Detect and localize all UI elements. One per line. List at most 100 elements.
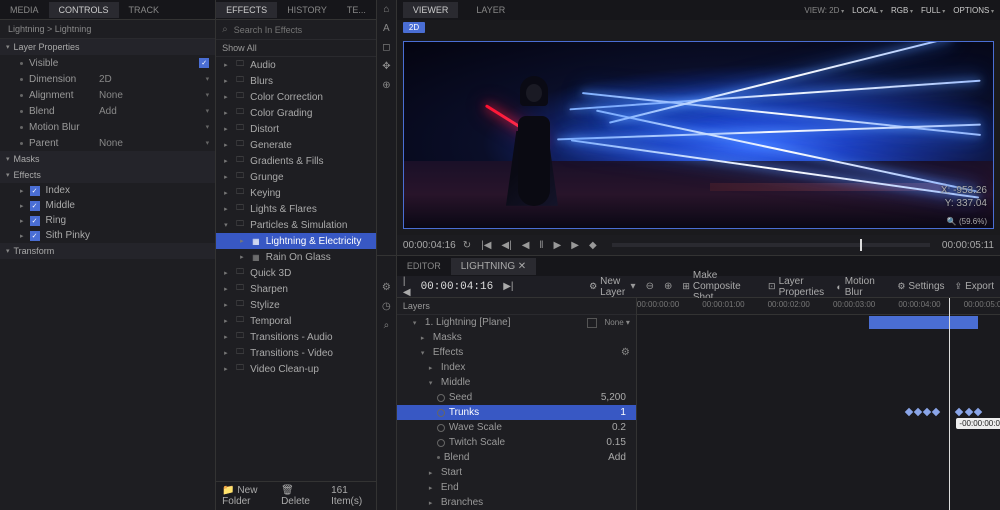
track-masks[interactable]: ▸Masks bbox=[397, 330, 636, 345]
track-blend[interactable]: BlendAdd bbox=[397, 450, 636, 465]
effects-header[interactable]: Effects bbox=[0, 167, 215, 183]
category-gradients-fills[interactable]: 🗀Gradients & Fills bbox=[216, 153, 376, 169]
keyframe-toggle-icon[interactable] bbox=[437, 439, 445, 447]
tab-media[interactable]: MEDIA bbox=[0, 2, 49, 18]
close-icon[interactable]: ✕ bbox=[518, 261, 526, 272]
track-twitch-scale[interactable]: Twitch Scale0.15 bbox=[397, 435, 636, 450]
gear-icon[interactable]: ⚙ bbox=[621, 347, 630, 358]
view-mode-dropdown[interactable]: VIEW: 2D bbox=[804, 6, 844, 15]
tl-goto-start-icon[interactable]: |◀ bbox=[403, 276, 411, 298]
checkbox[interactable] bbox=[30, 186, 40, 196]
playhead[interactable] bbox=[949, 298, 950, 510]
keyframe-toggle-icon[interactable] bbox=[437, 409, 445, 417]
tool-square-icon[interactable]: ◻ bbox=[382, 42, 390, 53]
zoom-level[interactable]: (59.6%) bbox=[947, 217, 987, 226]
track-trunks[interactable]: Trunks1 bbox=[397, 405, 636, 420]
checkbox[interactable] bbox=[30, 231, 40, 241]
category-distort[interactable]: 🗀Distort bbox=[216, 121, 376, 137]
tl-tool-gear-icon[interactable]: ⚙ bbox=[382, 282, 391, 293]
category-generate[interactable]: 🗀Generate bbox=[216, 137, 376, 153]
prop-alignment[interactable]: AlignmentNone▾ bbox=[0, 87, 215, 103]
effect-middle[interactable]: ▸Middle bbox=[0, 198, 215, 213]
tool-home-icon[interactable]: ⌂ bbox=[383, 4, 389, 15]
new-folder-button[interactable]: 📁 New Folder bbox=[222, 485, 273, 507]
prop-motion-blur[interactable]: Motion Blur▾ bbox=[0, 119, 215, 135]
track-seed[interactable]: Seed5,200 bbox=[397, 390, 636, 405]
tool-move-icon[interactable]: ✥ bbox=[382, 61, 390, 72]
options-dropdown[interactable]: OPTIONS bbox=[953, 6, 994, 15]
delete-button[interactable]: 🗑 Delete bbox=[281, 485, 315, 507]
checkbox[interactable] bbox=[199, 58, 209, 68]
full-dropdown[interactable]: FULL bbox=[921, 6, 945, 15]
show-all[interactable]: Show All bbox=[216, 40, 376, 57]
prop-parent[interactable]: ParentNone▾ bbox=[0, 135, 215, 151]
masks-header[interactable]: Masks bbox=[0, 151, 215, 167]
goto-end-icon[interactable]: ◆ bbox=[586, 240, 600, 251]
tab-viewer[interactable]: VIEWER bbox=[403, 2, 459, 18]
category-color-grading[interactable]: 🗀Color Grading bbox=[216, 105, 376, 121]
checkbox[interactable] bbox=[30, 201, 40, 211]
category-particles-simulation[interactable]: 🗀Particles & Simulation bbox=[216, 217, 376, 233]
effect-lightning-electricity[interactable]: ▦Lightning & Electricity bbox=[216, 233, 376, 249]
category-transitions---audio[interactable]: 🗀Transitions - Audio bbox=[216, 329, 376, 345]
effects-search-input[interactable] bbox=[234, 25, 370, 35]
category-quick-3d[interactable]: 🗀Quick 3D bbox=[216, 265, 376, 281]
checkbox[interactable] bbox=[30, 216, 40, 226]
rgb-dropdown[interactable]: RGB bbox=[891, 6, 913, 15]
prop-visible[interactable]: Visible bbox=[0, 55, 215, 71]
tl-circle2-icon[interactable]: ⊕ bbox=[664, 281, 672, 292]
tab-controls[interactable]: CONTROLS bbox=[49, 2, 119, 18]
effect-ring[interactable]: ▸Ring bbox=[0, 213, 215, 228]
category-audio[interactable]: 🗀Audio bbox=[216, 57, 376, 73]
motion-blur-button[interactable]: ◐Motion Blur bbox=[836, 276, 877, 298]
tab-layer[interactable]: LAYER bbox=[466, 2, 515, 18]
effect-rain-on-glass[interactable]: ▦Rain On Glass bbox=[216, 249, 376, 265]
track-1-lightning-plane-[interactable]: ▾1. Lightning [Plane]None ▾ bbox=[397, 315, 636, 330]
loop-icon[interactable]: ↻ bbox=[460, 240, 474, 251]
pause-icon[interactable]: ‖ bbox=[536, 240, 546, 251]
settings-button[interactable]: ⚙Settings bbox=[897, 281, 944, 292]
tool-text-icon[interactable]: A bbox=[383, 23, 390, 34]
track-wave-scale[interactable]: Wave Scale0.2 bbox=[397, 420, 636, 435]
playback-scrubber[interactable] bbox=[612, 243, 930, 247]
prop-blend[interactable]: BlendAdd▾ bbox=[0, 103, 215, 119]
category-lights-flares[interactable]: 🗀Lights & Flares bbox=[216, 201, 376, 217]
tl-tool-search-icon[interactable]: ⌕ bbox=[384, 320, 390, 331]
layer-properties-header[interactable]: Layer Properties bbox=[0, 39, 215, 55]
keyframe-toggle-icon[interactable] bbox=[437, 394, 445, 402]
viewer-canvas[interactable]: X: -953.26Y: 337.04 (59.6%) bbox=[403, 41, 994, 229]
track-middle[interactable]: ▾Middle bbox=[397, 375, 636, 390]
tl-tab-lightning[interactable]: LIGHTNING ✕ bbox=[451, 258, 536, 275]
track-branches[interactable]: ▸Branches bbox=[397, 495, 636, 510]
next-icon[interactable]: ▶ bbox=[551, 240, 565, 251]
category-grunge[interactable]: 🗀Grunge bbox=[216, 169, 376, 185]
layer-clip[interactable] bbox=[869, 316, 978, 329]
tl-circle1-icon[interactable]: ⊖ bbox=[646, 281, 654, 292]
transform-header[interactable]: Transform bbox=[0, 243, 215, 259]
goto-start-icon[interactable]: |◀ bbox=[478, 240, 494, 251]
timecode[interactable]: 00:00:04:16 bbox=[421, 281, 494, 293]
new-layer-button[interactable]: ⚙New Layer ▾ bbox=[589, 276, 635, 298]
effect-index[interactable]: ▸Index bbox=[0, 183, 215, 198]
category-temporal[interactable]: 🗀Temporal bbox=[216, 313, 376, 329]
effect-sith-pinky[interactable]: ▸Sith Pinky bbox=[0, 228, 215, 243]
track-index[interactable]: ▸Index bbox=[397, 360, 636, 375]
track-start[interactable]: ▸Start bbox=[397, 465, 636, 480]
category-transitions---video[interactable]: 🗀Transitions - Video bbox=[216, 345, 376, 361]
layer-properties-button[interactable]: ⊡Layer Properties bbox=[768, 276, 826, 298]
prev-frame-icon[interactable]: ◀| bbox=[498, 240, 514, 251]
category-blurs[interactable]: 🗀Blurs bbox=[216, 73, 376, 89]
track-effects[interactable]: ▾Effects⚙ bbox=[397, 345, 636, 360]
prev-icon[interactable]: ◀ bbox=[519, 240, 533, 251]
tab-text[interactable]: TE... bbox=[337, 2, 376, 18]
local-dropdown[interactable]: LOCAL bbox=[852, 6, 883, 15]
prop-dimension[interactable]: Dimension2D▾ bbox=[0, 71, 215, 87]
keyframe-toggle-icon[interactable] bbox=[437, 424, 445, 432]
tl-tool-clock-icon[interactable]: ◷ bbox=[382, 301, 391, 312]
play-icon[interactable]: ▶ bbox=[568, 240, 582, 251]
category-color-correction[interactable]: 🗀Color Correction bbox=[216, 89, 376, 105]
tab-effects[interactable]: EFFECTS bbox=[216, 2, 277, 18]
tab-track[interactable]: TRACK bbox=[119, 2, 170, 18]
category-stylize[interactable]: 🗀Stylize bbox=[216, 297, 376, 313]
export-button[interactable]: ⇪Export bbox=[955, 281, 994, 292]
